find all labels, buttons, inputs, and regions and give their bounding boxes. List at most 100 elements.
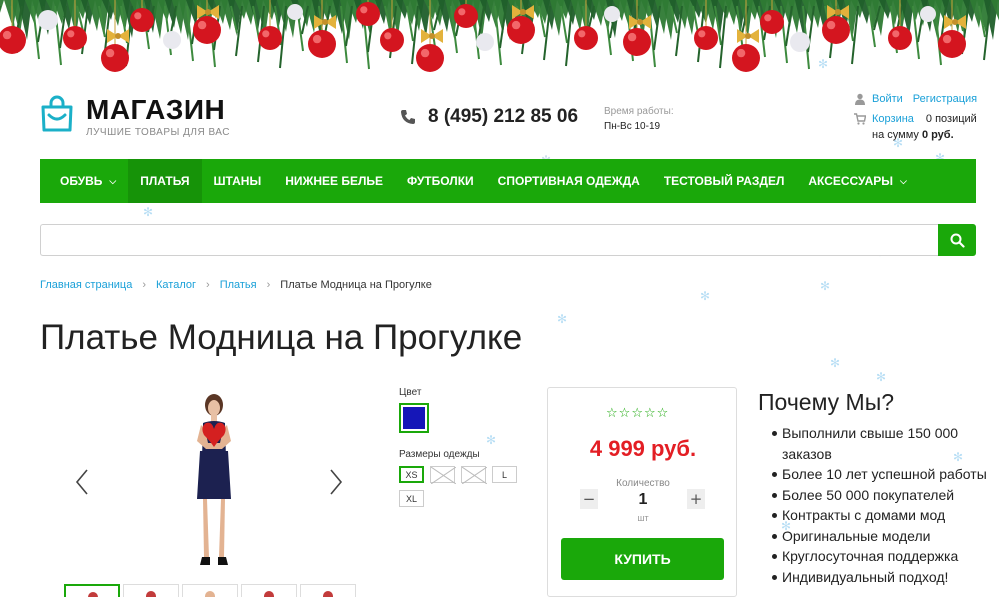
thumbnail[interactable] [123, 584, 179, 597]
buy-box: ☆☆☆☆☆ 4 999 руб. Количество − + шт КУПИТ… [547, 387, 737, 597]
site-logo[interactable]: МАГАЗИН ЛУЧШИЕ ТОВАРЫ ДЛЯ ВАС [40, 95, 230, 138]
cart-count: 0 позиций [925, 113, 977, 125]
breadcrumb: Главная страница › Каталог › Платья › Пл… [40, 279, 432, 291]
breadcrumb-link-catalog[interactable]: Каталог [156, 279, 196, 291]
breadcrumb-current: Платье Модница на Прогулке [280, 279, 432, 291]
why-us-title: Почему Мы? [758, 389, 895, 415]
unavailable-cross-icon [462, 467, 487, 484]
nav-item-accessories[interactable]: Аксессуары ⌵ [796, 159, 918, 203]
size-text: XL [405, 493, 417, 504]
register-link[interactable]: Регистрация [913, 91, 977, 107]
chevron-down-icon: ⌵ [900, 175, 907, 186]
main-navigation: Обувь ⌵ Платья Штаны Нижнее белье Футболк… [40, 159, 976, 203]
thumbnail[interactable] [300, 584, 356, 597]
nav-item-underwear[interactable]: Нижнее белье [273, 159, 395, 203]
snowflake-icon: ✻ [700, 289, 711, 303]
thumbnail[interactable] [241, 584, 297, 597]
thumbnail[interactable] [64, 584, 120, 597]
snowflake-icon: ✻ [557, 312, 568, 326]
christmas-garland-decoration [0, 0, 999, 84]
logo-tagline: ЛУЧШИЕ ТОВАРЫ ДЛЯ ВАС [86, 127, 230, 138]
nav-label: Обувь [60, 174, 103, 188]
nav-label: Тестовый раздел [663, 174, 785, 188]
size-option-l[interactable]: L [492, 466, 517, 483]
star-icon[interactable]: ☆ [619, 406, 632, 421]
size-option-unavailable[interactable] [430, 466, 456, 484]
cart-link[interactable]: Корзина [872, 111, 914, 127]
cart-sum: 0 руб. [921, 129, 954, 141]
nav-label: Спортивная одежда [497, 174, 640, 188]
search-input[interactable] [40, 224, 938, 256]
chevron-right-icon: › [206, 279, 210, 291]
phone-icon [401, 110, 415, 124]
size-option-unavailable[interactable] [461, 466, 487, 484]
list-item: Круглосуточная поддержка [758, 546, 998, 567]
list-item: Более 50 000 покупателей [758, 485, 998, 506]
page-title: Платье Модница на Прогулке [40, 318, 523, 357]
hours-value: Пн-Вс 10-19 [604, 121, 661, 132]
cart-icon [854, 113, 866, 125]
breadcrumb-link-home[interactable]: Главная страница [40, 279, 132, 291]
cart-sum-prefix: на сумму [872, 129, 919, 141]
why-us-list: Выполнили свыше 150 000 заказов Более 10… [758, 423, 998, 587]
list-item: Выполнили свыше 150 000 заказов [758, 423, 998, 464]
login-link[interactable]: Войти [872, 91, 903, 107]
why-us-section: Почему Мы? Выполнили свыше 150 000 заказ… [758, 389, 998, 587]
snowflake-icon: ✻ [818, 57, 829, 71]
thumbnail[interactable] [182, 584, 238, 597]
chevron-right-icon: › [266, 279, 271, 291]
size-option-xs[interactable]: XS [399, 466, 424, 483]
nav-item-shoes[interactable]: Обувь ⌵ [40, 159, 128, 203]
size-selector: XS L XL [399, 466, 524, 514]
product-options: Цвет Размеры одежды XS L XL [399, 387, 524, 514]
nav-item-test-section[interactable]: Тестовый раздел [652, 159, 797, 203]
nav-label: Футболки [407, 174, 474, 188]
unavailable-cross-icon [431, 467, 456, 484]
list-item: Более 10 лет успешной работы [758, 464, 998, 485]
color-label: Цвет [399, 387, 422, 398]
quantity-label: Количество [616, 478, 670, 489]
nav-label: Нижнее белье [285, 174, 384, 188]
quantity-unit: шт [637, 513, 649, 523]
phone-number[interactable]: 8 (495) 212 85 06 [428, 106, 578, 128]
nav-item-pants[interactable]: Штаны [202, 159, 274, 203]
user-panel: Войти Регистрация Корзина 0 позиций на с… [854, 91, 987, 143]
size-text: XS [405, 469, 418, 480]
search-button[interactable] [938, 224, 976, 256]
nav-label: Аксессуары [808, 174, 894, 188]
product-gallery [60, 385, 360, 597]
nav-item-dresses[interactable]: Платья [128, 159, 202, 203]
logo-name: МАГАЗИН [86, 94, 226, 125]
quantity-input[interactable] [626, 489, 660, 511]
quantity-decrease-button[interactable]: − [580, 489, 598, 509]
color-swatch[interactable] [399, 403, 429, 433]
chevron-right-icon[interactable] [326, 467, 346, 497]
phone-block: 8 (495) 212 85 06 [400, 106, 578, 128]
star-icon[interactable]: ☆ [657, 406, 670, 421]
cart-sum-row: на сумму 0 руб. [854, 127, 987, 143]
product-price: 4 999 руб. [589, 436, 697, 461]
list-item: Индивидуальный подход! [758, 567, 998, 588]
user-icon [855, 93, 865, 105]
snowflake-icon: ✻ [820, 279, 831, 293]
list-item: Контракты с домами мод [758, 505, 998, 526]
color-swatch-fill [403, 407, 425, 429]
nav-label: Штаны [213, 174, 262, 188]
quantity-increase-button[interactable]: + [687, 489, 705, 509]
star-icon[interactable]: ☆ [631, 406, 644, 421]
rating-stars[interactable]: ☆☆☆☆☆ [606, 406, 669, 421]
chevron-right-icon: › [142, 279, 147, 291]
size-option-xl[interactable]: XL [399, 490, 424, 507]
product-photo [197, 394, 231, 565]
buy-button[interactable]: КУПИТЬ [561, 538, 724, 580]
working-hours: Время работы: Пн-Вс 10-19 [604, 104, 674, 134]
breadcrumb-link-dresses[interactable]: Платья [220, 279, 257, 291]
star-icon[interactable]: ☆ [606, 406, 619, 421]
nav-item-tshirts[interactable]: Футболки [395, 159, 486, 203]
chevron-left-icon[interactable] [72, 467, 92, 497]
chevron-down-icon: ⌵ [109, 175, 117, 186]
nav-label: Платья [140, 174, 190, 188]
size-label: Размеры одежды [399, 449, 480, 460]
nav-item-sportswear[interactable]: Спортивная одежда [486, 159, 652, 203]
star-icon[interactable]: ☆ [644, 406, 657, 421]
